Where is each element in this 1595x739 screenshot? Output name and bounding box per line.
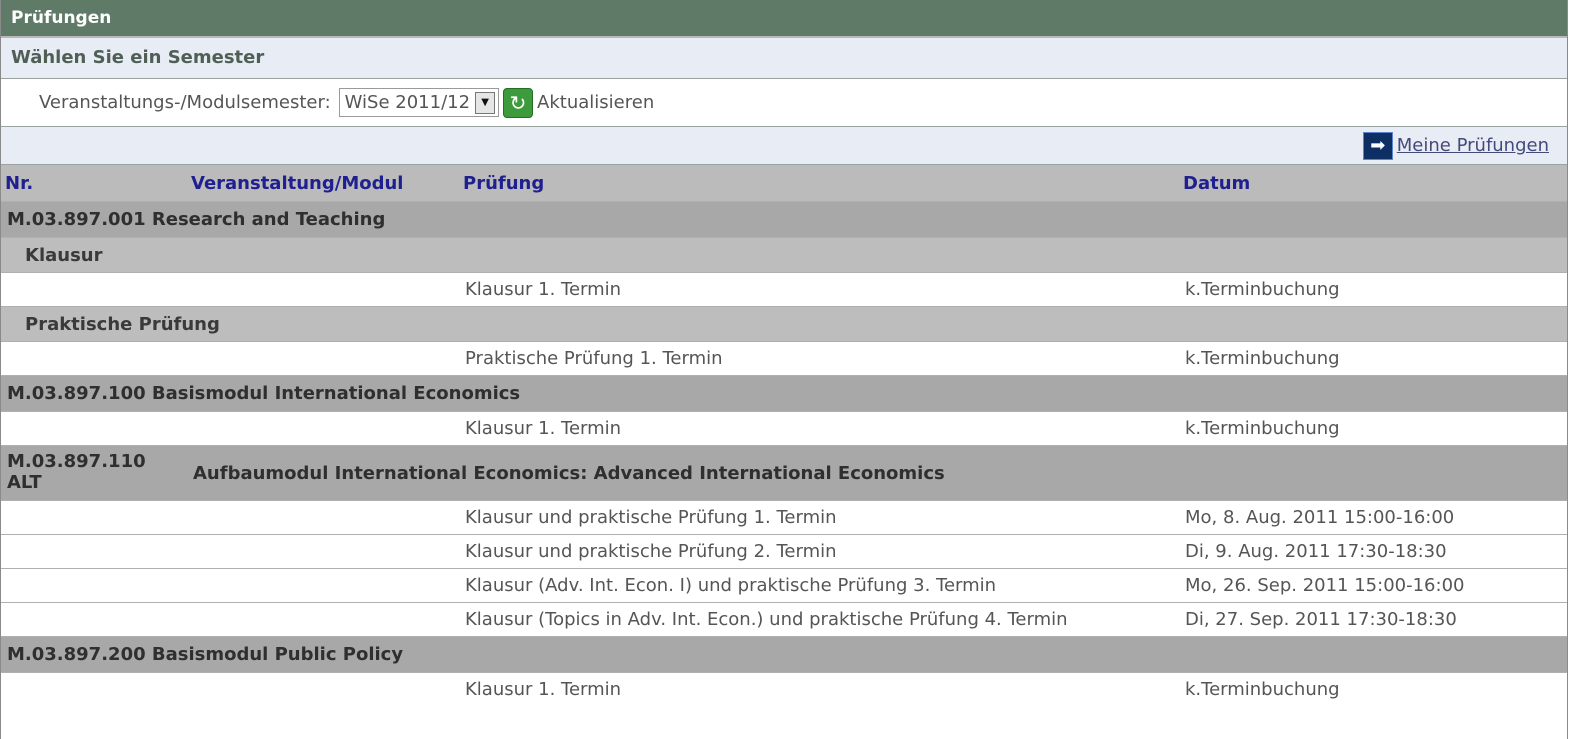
exam-name: Klausur (Adv. Int. Econ. I) und praktisc…	[459, 568, 1179, 603]
table-header-row: Nr. Veranstaltung/Modul Prüfung Datum	[1, 165, 1567, 202]
exam-name: Klausur (Topics in Adv. Int. Econ.) und …	[459, 602, 1179, 637]
module-group-row: M.03.897.001 Research and Teaching	[1, 201, 1567, 238]
empty-cell	[1, 568, 459, 603]
exam-row: Klausur und praktische Prüfung 1. Termin…	[1, 500, 1567, 535]
semester-label: Veranstaltungs-/Modulsemester:	[39, 92, 331, 113]
empty-cell	[1, 411, 459, 446]
semester-selected-value: WiSe 2011/12	[344, 92, 471, 113]
empty-cell	[1, 672, 459, 706]
exam-name: Klausur und praktische Prüfung 2. Termin	[459, 534, 1179, 569]
exam-date: k.Terminbuchung	[1179, 341, 1567, 376]
column-header-exam[interactable]: Prüfung	[459, 165, 1179, 202]
exam-date: Di, 9. Aug. 2011 17:30-18:30	[1179, 534, 1567, 569]
exam-date: Mo, 8. Aug. 2011 15:00-16:00	[1179, 500, 1567, 535]
exam-name: Klausur 1. Termin	[459, 672, 1179, 706]
exam-row: Klausur 1. Termin k.Terminbuchung	[1, 672, 1567, 706]
refresh-button[interactable]: Aktualisieren	[537, 92, 654, 113]
empty-cell	[1, 500, 459, 535]
exam-date: k.Terminbuchung	[1179, 672, 1567, 706]
exam-name: Klausur 1. Termin	[459, 272, 1179, 307]
empty-cell	[1, 341, 459, 376]
module-title: M.03.897.100 Basismodul International Ec…	[1, 375, 1567, 412]
column-header-date[interactable]: Datum	[1179, 165, 1567, 202]
dropdown-arrow-icon[interactable]: ▼	[475, 91, 496, 114]
exam-date: Mo, 26. Sep. 2011 15:00-16:00	[1179, 568, 1567, 603]
module-title: Aufbaumodul International Economics: Adv…	[187, 445, 1567, 501]
my-exams-row: ➡ Meine Prüfungen	[1, 127, 1567, 165]
module-group-row: M.03.897.100 Basismodul International Ec…	[1, 375, 1567, 412]
module-title: M.03.897.001 Research and Teaching	[1, 201, 1567, 238]
exam-name: Praktische Prüfung 1. Termin	[459, 341, 1179, 376]
exam-type-row: Praktische Prüfung	[1, 306, 1567, 342]
exam-row: Klausur 1. Termin k.Terminbuchung	[1, 411, 1567, 446]
semester-heading: Wählen Sie ein Semester	[1, 38, 1567, 79]
module-number: M.03.897.110 ALT	[1, 445, 187, 501]
exam-name: Klausur 1. Termin	[459, 411, 1179, 446]
arrow-right-icon[interactable]: ➡	[1362, 131, 1393, 160]
exams-panel: Prüfungen Wählen Sie ein Semester Verans…	[0, 0, 1568, 739]
exam-date: Di, 27. Sep. 2011 17:30-18:30	[1179, 602, 1567, 637]
empty-cell	[1, 534, 459, 569]
exam-type-label: Klausur	[1, 237, 1567, 273]
empty-cell	[1, 272, 459, 307]
my-exams-link[interactable]: Meine Prüfungen	[1397, 135, 1549, 156]
module-group-row: M.03.897.200 Basismodul Public Policy	[1, 636, 1567, 673]
exam-row: Klausur (Topics in Adv. Int. Econ.) und …	[1, 602, 1567, 637]
column-header-course[interactable]: Veranstaltung/Modul	[187, 165, 459, 202]
exam-row: Klausur 1. Termin k.Terminbuchung	[1, 272, 1567, 307]
exam-row: Klausur (Adv. Int. Econ. I) und praktisc…	[1, 568, 1567, 603]
column-header-nr[interactable]: Nr.	[1, 165, 187, 202]
exams-table: Nr. Veranstaltung/Modul Prüfung Datum M.…	[1, 165, 1567, 706]
exam-row: Klausur und praktische Prüfung 2. Termin…	[1, 534, 1567, 569]
module-group-row: M.03.897.110 ALT Aufbaumodul Internationa…	[1, 445, 1567, 501]
module-title: M.03.897.200 Basismodul Public Policy	[1, 636, 1567, 673]
exam-type-row: Klausur	[1, 237, 1567, 273]
semester-selector-row: Veranstaltungs-/Modulsemester: WiSe 2011…	[1, 79, 1567, 127]
exam-type-label: Praktische Prüfung	[1, 306, 1567, 342]
empty-cell	[1, 602, 459, 637]
exam-date: k.Terminbuchung	[1179, 272, 1567, 307]
refresh-icon[interactable]: ↻	[503, 87, 534, 118]
panel-title: Prüfungen	[1, 0, 1567, 38]
exam-row: Praktische Prüfung 1. Termin k.Terminbuch…	[1, 341, 1567, 376]
exam-date: k.Terminbuchung	[1179, 411, 1567, 446]
exam-name: Klausur und praktische Prüfung 1. Termin	[459, 500, 1179, 535]
semester-select[interactable]: WiSe 2011/12 ▼	[338, 88, 500, 117]
